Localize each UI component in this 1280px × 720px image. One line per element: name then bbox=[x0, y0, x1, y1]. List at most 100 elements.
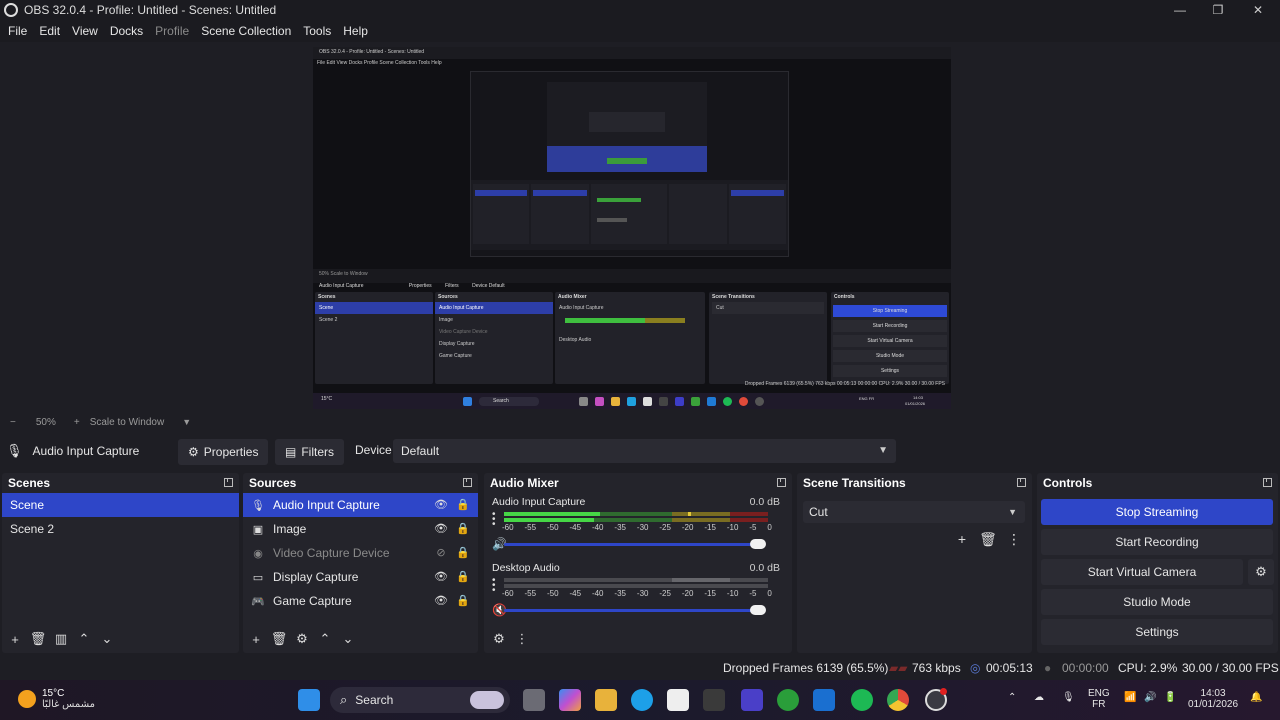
lock-icon[interactable]: 🔒 bbox=[456, 594, 470, 608]
maximize-button[interactable]: ❐ bbox=[1198, 0, 1238, 20]
menu-edit[interactable]: Edit bbox=[35, 24, 64, 38]
add-icon[interactable]: + bbox=[249, 632, 263, 647]
chevron-down-icon[interactable]: ▼ bbox=[182, 417, 191, 427]
recording-badge-icon bbox=[940, 688, 947, 695]
lock-icon[interactable]: 🔒 bbox=[456, 570, 470, 584]
volume-icon[interactable]: 🔊 bbox=[1144, 692, 1156, 720]
lock-icon[interactable]: 🔒 bbox=[456, 546, 470, 560]
channel-menu-icon[interactable]: • • • bbox=[492, 510, 500, 530]
windows-start-icon[interactable] bbox=[298, 689, 320, 711]
chevron-down-icon[interactable]: ⌄ bbox=[100, 631, 114, 646]
chevron-up-icon[interactable]: ⌃ bbox=[1008, 692, 1016, 720]
kebab-menu-icon[interactable]: ⋮ bbox=[515, 631, 529, 646]
transition-select[interactable]: Cut ▼ bbox=[803, 501, 1025, 523]
lock-icon[interactable]: 🔒 bbox=[456, 498, 470, 512]
minimize-button[interactable]: — bbox=[1160, 0, 1200, 20]
nested-store-icon bbox=[643, 397, 652, 406]
eye-icon[interactable]: 👁 bbox=[434, 522, 448, 536]
chevron-down-icon[interactable]: ⌄ bbox=[341, 631, 355, 646]
zoom-in-button[interactable]: + bbox=[74, 417, 80, 428]
add-icon[interactable]: + bbox=[8, 632, 22, 647]
source-item[interactable]: ▭ Display Capture 👁 🔒 bbox=[243, 565, 478, 589]
eye-icon[interactable]: 👁 bbox=[434, 498, 448, 512]
start-virtual-camera-button[interactable]: Start Virtual Camera bbox=[1041, 559, 1243, 585]
filters-button[interactable]: ▤ Filters bbox=[275, 439, 345, 465]
battery-icon[interactable]: 🔋 bbox=[1164, 692, 1176, 720]
xbox-icon[interactable] bbox=[777, 689, 799, 711]
menu-help[interactable]: Help bbox=[339, 24, 372, 38]
trash-icon[interactable]: 🗑 bbox=[30, 631, 47, 646]
channel-menu-icon[interactable]: • • • bbox=[492, 576, 500, 596]
menu-file[interactable]: File bbox=[4, 24, 31, 38]
trash-icon[interactable]: 🗑 bbox=[978, 531, 998, 547]
menu-docks[interactable]: Docks bbox=[106, 24, 147, 38]
cloud-icon[interactable]: ☁ bbox=[1034, 692, 1044, 720]
eye-icon[interactable]: 👁 bbox=[434, 594, 448, 608]
mini-meter-2 bbox=[597, 218, 627, 222]
eye-icon[interactable]: 👁 bbox=[434, 570, 448, 584]
mixer-settings-icon[interactable]: ⚙ bbox=[492, 631, 506, 646]
start-recording-button[interactable]: Start Recording bbox=[1041, 529, 1273, 555]
source-item[interactable]: 🎮 Game Capture 👁 🔒 bbox=[243, 589, 478, 613]
float-dock-icon[interactable] bbox=[1263, 478, 1272, 487]
notification-bell-icon[interactable]: 🔔 bbox=[1250, 692, 1262, 720]
source-item[interactable]: ◉ Video Capture Device ⊘ 🔒 bbox=[243, 541, 478, 565]
chevron-up-icon[interactable]: ⌃ bbox=[318, 631, 332, 646]
edge-icon[interactable] bbox=[631, 689, 653, 711]
gear-icon[interactable]: ⚙ bbox=[295, 631, 309, 646]
kebab-menu-icon[interactable]: ⋮ bbox=[1004, 531, 1024, 547]
context-source: 🎙 Audio Input Capture bbox=[6, 443, 139, 459]
chrome-icon[interactable] bbox=[887, 689, 909, 711]
menu-view[interactable]: View bbox=[68, 24, 102, 38]
microphone-icon[interactable]: 🎙 bbox=[1062, 692, 1075, 720]
scene-item[interactable]: Scene bbox=[2, 493, 239, 517]
filter-icon[interactable]: ▥ bbox=[54, 631, 68, 646]
float-dock-icon[interactable] bbox=[224, 478, 233, 487]
visual-studio-icon[interactable] bbox=[741, 689, 763, 711]
scene-item[interactable]: Scene 2 bbox=[2, 517, 239, 541]
settings-button[interactable]: Settings bbox=[1041, 619, 1273, 645]
chevron-up-icon[interactable]: ⌃ bbox=[77, 631, 91, 646]
nested-edge-icon bbox=[627, 397, 636, 406]
copilot-icon[interactable] bbox=[559, 689, 581, 711]
stop-streaming-button[interactable]: Stop Streaming bbox=[1041, 499, 1273, 525]
volume-slider[interactable] bbox=[504, 539, 766, 549]
program-preview[interactable]: OBS 32.0.4 - Profile: Untitled - Scenes:… bbox=[313, 47, 951, 409]
volume-slider-handle[interactable] bbox=[750, 605, 766, 615]
eye-off-icon[interactable]: ⊘ bbox=[434, 546, 448, 560]
file-explorer-icon[interactable] bbox=[595, 689, 617, 711]
float-dock-icon[interactable] bbox=[463, 478, 472, 487]
wifi-icon[interactable]: 📶 bbox=[1124, 692, 1136, 720]
lock-icon[interactable]: 🔒 bbox=[456, 522, 470, 536]
studio-mode-button[interactable]: Studio Mode bbox=[1041, 589, 1273, 615]
app-icon[interactable] bbox=[813, 689, 835, 711]
nested-sources-header: Sources bbox=[438, 294, 458, 300]
source-item[interactable]: 🎙 Audio Input Capture 👁 🔒 bbox=[243, 493, 478, 517]
image-icon: ▣ bbox=[252, 523, 264, 536]
trash-icon[interactable]: 🗑 bbox=[271, 631, 288, 646]
language-indicator[interactable]: ENG FR bbox=[1088, 688, 1110, 720]
zoom-out-button[interactable]: − bbox=[10, 417, 16, 428]
task-view-icon[interactable] bbox=[523, 689, 545, 711]
device-select[interactable]: Default ▼ bbox=[393, 439, 896, 463]
source-item[interactable]: ▣ Image 👁 🔒 bbox=[243, 517, 478, 541]
properties-button[interactable]: ⚙ Properties bbox=[178, 439, 269, 465]
spotify-icon[interactable] bbox=[851, 689, 873, 711]
taskbar-search[interactable]: ⌕ Search bbox=[330, 687, 510, 713]
menu-profile[interactable]: Profile bbox=[151, 24, 193, 38]
float-dock-icon[interactable] bbox=[1017, 478, 1026, 487]
unity-icon[interactable] bbox=[703, 689, 725, 711]
tick-label: -5 bbox=[749, 523, 757, 532]
virtual-camera-settings-button[interactable]: ⚙ bbox=[1248, 559, 1274, 585]
volume-slider[interactable] bbox=[504, 605, 766, 615]
menu-scene-collection[interactable]: Scene Collection bbox=[197, 24, 295, 38]
float-dock-icon[interactable] bbox=[777, 478, 786, 487]
close-button[interactable]: ✕ bbox=[1238, 0, 1278, 20]
scale-mode[interactable]: Scale to Window bbox=[90, 417, 164, 428]
store-icon[interactable] bbox=[667, 689, 689, 711]
weather-widget[interactable]: 15°C مشمس غالبًا bbox=[18, 688, 95, 710]
volume-slider-handle[interactable] bbox=[750, 539, 766, 549]
clock[interactable]: 14:03 01/01/2026 bbox=[1188, 688, 1238, 720]
add-icon[interactable]: + bbox=[952, 531, 972, 547]
menu-tools[interactable]: Tools bbox=[299, 24, 335, 38]
